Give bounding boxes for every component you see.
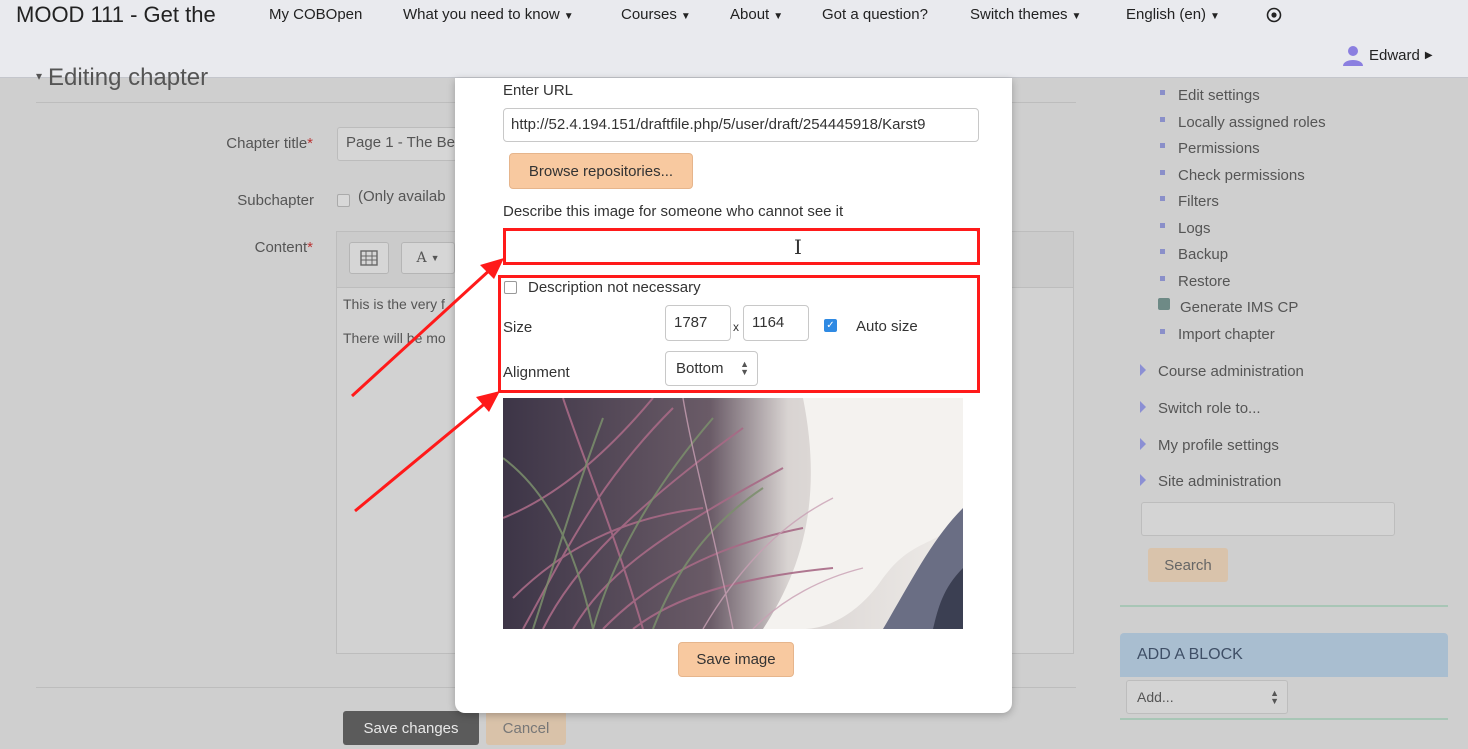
accessibility-icon[interactable] xyxy=(1266,7,1282,28)
bullet-icon xyxy=(1160,89,1165,95)
caret-down-icon: ▼ xyxy=(1210,11,1220,22)
admin-item-filters[interactable]: Filters xyxy=(1160,193,1219,210)
image-preview xyxy=(503,398,963,629)
caret-down-icon: ▼ xyxy=(773,11,784,22)
add-block-header: ADD A BLOCK xyxy=(1120,633,1448,677)
section-my-profile-settings[interactable]: My profile settings xyxy=(1140,437,1279,454)
admin-item-restore[interactable]: Restore xyxy=(1160,273,1231,290)
expand-arrow-icon xyxy=(1140,438,1146,451)
url-label: Enter URL xyxy=(503,82,574,99)
admin-item-locally-assigned-roles[interactable]: Locally assigned roles xyxy=(1160,114,1326,131)
subchapter-note: (Only availab xyxy=(358,188,446,205)
nav-item-my-cobopen[interactable]: My COBOpen xyxy=(269,6,362,23)
block-divider xyxy=(1120,605,1448,607)
expand-arrow-icon xyxy=(1140,401,1146,414)
user-avatar-icon xyxy=(1343,46,1363,66)
subchapter-checkbox[interactable] xyxy=(337,194,350,207)
caret-right-icon: ▶ xyxy=(1424,49,1433,61)
bullet-icon xyxy=(1160,328,1165,334)
nav-item-courses[interactable]: Courses ▼ xyxy=(621,6,691,23)
cancel-button[interactable]: Cancel xyxy=(486,711,566,745)
image-properties-dialog: Enter URL http://52.4.194.151/draftfile.… xyxy=(455,78,1012,713)
content-line-1: This is the very f xyxy=(343,296,445,312)
content-label: Content* xyxy=(254,239,313,256)
admin-item-generate-ims-cp[interactable]: Generate IMS CP xyxy=(1158,298,1298,316)
bullet-icon xyxy=(1160,169,1165,175)
browse-repositories-button[interactable]: Browse repositories... xyxy=(509,153,693,189)
add-block-select[interactable]: Add... ▲ ▼ xyxy=(1126,680,1288,714)
nav-item-language[interactable]: English (en) ▼ xyxy=(1126,6,1220,23)
url-input[interactable]: http://52.4.194.151/draftfile.php/5/user… xyxy=(503,108,979,142)
expand-arrow-icon xyxy=(1140,364,1146,377)
chapter-title-input[interactable]: Page 1 - The Be xyxy=(337,127,457,161)
caret-down-icon: ▼ xyxy=(680,11,691,22)
admin-item-edit-settings[interactable]: Edit settings xyxy=(1160,87,1260,104)
admin-item-logs[interactable]: Logs xyxy=(1160,220,1211,237)
bullet-icon xyxy=(1160,222,1165,228)
toolbar-toggle-icon[interactable] xyxy=(349,242,389,274)
expand-arrow-icon xyxy=(1140,474,1146,487)
section-switch-role[interactable]: Switch role to... xyxy=(1140,400,1261,417)
annotation-box-options xyxy=(498,275,980,393)
admin-item-permissions[interactable]: Permissions xyxy=(1160,140,1260,157)
nav-item-what-you-need-to-know[interactable]: What you need to know ▼ xyxy=(403,6,574,23)
select-arrows-icon: ▲ ▼ xyxy=(1270,688,1279,706)
section-course-administration[interactable]: Course administration xyxy=(1140,363,1304,380)
bullet-icon xyxy=(1160,142,1165,148)
bullet-icon xyxy=(1160,195,1165,201)
user-name: Edward xyxy=(1369,46,1420,64)
save-changes-button[interactable]: Save changes xyxy=(343,711,479,745)
section-site-administration[interactable]: Site administration xyxy=(1140,473,1281,490)
bullet-icon xyxy=(1160,116,1165,122)
content-line-2: There will be mo xyxy=(343,330,446,346)
caret-down-icon: ▼ xyxy=(563,11,574,22)
chapter-title-label: Chapter title* xyxy=(226,135,313,152)
admin-item-backup[interactable]: Backup xyxy=(1160,246,1228,263)
admin-item-import-chapter[interactable]: Import chapter xyxy=(1160,326,1275,343)
user-menu[interactable]: Edward ▶ xyxy=(1342,44,1433,66)
caret-down-icon: ▼ xyxy=(1071,11,1082,22)
admin-item-check-permissions[interactable]: Check permissions xyxy=(1160,167,1305,184)
site-brand[interactable]: MOOD 111 - Get the xyxy=(16,2,216,28)
subchapter-label: Subchapter xyxy=(237,192,314,209)
describe-image-label: Describe this image for someone who cann… xyxy=(503,203,844,220)
nav-item-got-a-question[interactable]: Got a question? xyxy=(822,6,928,23)
text-style-icon[interactable]: A ▼ xyxy=(401,242,455,274)
save-image-button[interactable]: Save image xyxy=(678,642,794,677)
bullet-icon xyxy=(1160,248,1165,254)
admin-search-input[interactable] xyxy=(1141,502,1395,536)
package-icon xyxy=(1158,298,1170,310)
form-legend: ▾ Editing chapter xyxy=(36,64,209,91)
top-navbar: MOOD 111 - Get the My COBOpen What you n… xyxy=(0,0,1468,78)
annotation-box-description xyxy=(503,228,980,265)
collapse-icon: ▾ xyxy=(36,69,43,83)
admin-search-button[interactable]: Search xyxy=(1148,548,1228,582)
nav-item-about[interactable]: About ▼ xyxy=(730,6,783,23)
nav-item-switch-themes[interactable]: Switch themes ▼ xyxy=(970,6,1081,23)
bullet-icon xyxy=(1160,275,1165,281)
block-divider-bottom xyxy=(1120,718,1448,720)
